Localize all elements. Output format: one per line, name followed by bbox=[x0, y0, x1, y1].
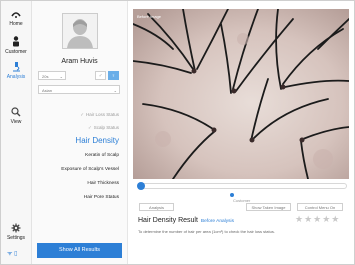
menu-vessel-exposure[interactable]: Exposure of Scalp's Vessel bbox=[61, 167, 119, 172]
nav-analysis-label: Analysis bbox=[6, 74, 26, 80]
user-silhouette-icon bbox=[63, 14, 97, 48]
view-icon bbox=[11, 107, 21, 117]
check-scalp-status-label: Scalp Status bbox=[93, 125, 119, 130]
nav-customer-label: Customer bbox=[5, 49, 27, 55]
result-title: Hair Density Result Before Analysis bbox=[138, 217, 234, 224]
profile-panel: Aram Huvis 20s ⌄ ♂ ♀ Asian ⌄ ✓ Hair Loss … bbox=[32, 1, 128, 264]
chevron-down-icon: ⌄ bbox=[113, 88, 117, 93]
nav-settings[interactable]: Settings bbox=[1, 223, 31, 241]
menu-hair-pore[interactable]: Hair Pore Status bbox=[84, 195, 119, 200]
type-select[interactable]: Asian ⌄ bbox=[38, 85, 120, 94]
show-taken-image-button[interactable]: Show Taken Image bbox=[246, 203, 291, 211]
result-title-text: Hair Density Result bbox=[138, 217, 198, 224]
customer-name: Aram Huvis bbox=[61, 58, 98, 65]
nav-view-label: View bbox=[10, 119, 22, 125]
customer-icon bbox=[13, 36, 19, 47]
gender-male-button[interactable]: ♂ bbox=[95, 71, 106, 80]
nav-customer[interactable]: Customer bbox=[1, 36, 31, 55]
check-scalp-status[interactable]: ✓ Scalp Status bbox=[88, 125, 119, 131]
app-window: Home Customer Analysis View Settings ᯤ ▯ bbox=[0, 0, 355, 265]
nav-view[interactable]: View bbox=[1, 107, 31, 125]
analysis-icon bbox=[12, 62, 20, 72]
gender-female-button[interactable]: ♀ bbox=[108, 71, 119, 80]
image-slider[interactable] bbox=[137, 182, 347, 190]
image-label: Before Image bbox=[137, 14, 162, 19]
control-menu-button[interactable]: Control Menu On bbox=[297, 203, 343, 211]
side-nav: Home Customer Analysis View Settings ᯤ ▯ bbox=[1, 1, 32, 264]
gear-icon bbox=[11, 223, 21, 233]
nav-home[interactable]: Home bbox=[1, 11, 31, 27]
type-select-value: Asian bbox=[42, 88, 53, 93]
slider-handle[interactable] bbox=[137, 182, 145, 190]
avatar[interactable] bbox=[62, 13, 98, 49]
check-icon: ✓ bbox=[87, 125, 92, 130]
menu-hair-thickness[interactable]: Hair Thickness bbox=[87, 181, 119, 186]
battery-icon: ▯ bbox=[14, 251, 18, 257]
pager-dot[interactable] bbox=[230, 193, 234, 197]
check-icon: ✓ bbox=[80, 112, 84, 117]
status-icons: ᯤ ▯ bbox=[7, 249, 17, 257]
rating-stars: ★★★★★ bbox=[295, 214, 341, 224]
wifi-icon: ᯤ bbox=[7, 251, 13, 257]
nav-home-label: Home bbox=[9, 21, 23, 27]
age-select[interactable]: 20s ⌄ bbox=[38, 71, 66, 80]
scalp-image[interactable]: Before Image bbox=[133, 9, 349, 179]
nav-analysis[interactable]: Analysis bbox=[1, 61, 31, 80]
check-hair-loss-label: Hair Loss Status bbox=[85, 112, 119, 117]
main-content: Before Image Customer Analysis Show Take… bbox=[128, 1, 354, 264]
analysis-button[interactable]: Analysis bbox=[139, 203, 174, 211]
menu-keratin[interactable]: Keratin of Scalp bbox=[85, 153, 119, 158]
before-analysis-link[interactable]: Before Analysis bbox=[201, 219, 234, 224]
home-icon bbox=[11, 12, 21, 18]
nav-settings-label: Settings bbox=[6, 235, 26, 241]
show-all-results-button[interactable]: Show All Results bbox=[37, 243, 122, 258]
check-hair-loss[interactable]: ✓ Hair Loss Status bbox=[80, 112, 119, 118]
scalp-micrograph bbox=[133, 9, 349, 179]
age-select-value: 20s bbox=[42, 74, 49, 79]
chevron-down-icon: ⌄ bbox=[59, 74, 63, 79]
result-description: To determine the number of hair per area… bbox=[138, 229, 275, 234]
menu-hair-density[interactable]: Hair Density bbox=[75, 136, 119, 145]
